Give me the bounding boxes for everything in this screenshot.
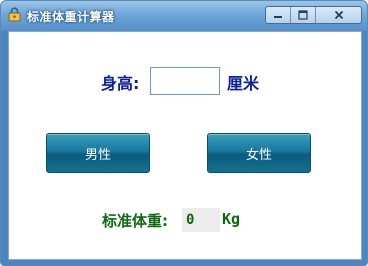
- window-title: 标准体重计算器: [27, 10, 115, 24]
- close-button[interactable]: [316, 7, 361, 23]
- minimize-icon: [274, 16, 282, 18]
- height-input[interactable]: [150, 67, 220, 95]
- height-label: 身高:: [101, 74, 140, 93]
- weight-unit-label: Kg: [222, 210, 241, 228]
- window-controls: [265, 6, 362, 24]
- maximize-icon: [298, 10, 308, 20]
- height-unit-label: 厘米: [227, 74, 260, 93]
- maximize-button[interactable]: [291, 7, 316, 23]
- app-window: 标准体重计算器 身高: 厘米 男性 女性 标准体重: 0 Kg: [0, 0, 368, 266]
- lock-icon: [8, 7, 21, 22]
- standard-weight-label: 标准体重:: [102, 212, 168, 230]
- title-bar[interactable]: 标准体重计算器: [1, 1, 367, 31]
- close-icon: [334, 10, 343, 20]
- client-area: 身高: 厘米 男性 女性 标准体重: 0 Kg: [8, 31, 362, 260]
- standard-weight-value: 0: [182, 208, 220, 232]
- male-button[interactable]: 男性: [46, 133, 150, 173]
- female-button[interactable]: 女性: [207, 133, 311, 173]
- minimize-button[interactable]: [266, 7, 291, 23]
